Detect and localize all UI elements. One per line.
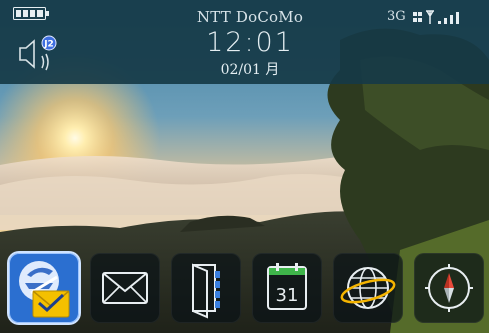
messages-app[interactable] — [90, 253, 160, 323]
calendar-day-label: 31 — [276, 285, 299, 306]
sound-profile-icon[interactable]: J2 — [16, 32, 62, 74]
email-setup-app[interactable] — [9, 253, 79, 323]
browser-globe-icon — [340, 267, 396, 309]
date-display: 02/01 月 — [220, 62, 280, 78]
clock-time: 12:01 — [206, 27, 294, 58]
compass-maps-icon — [425, 264, 473, 312]
status-bar: J2 NTT DoCoMo 12:01 02/01 月 3G — [0, 0, 489, 84]
carrier-name: NTT DoCoMo — [196, 8, 304, 26]
browser-app[interactable] — [333, 253, 403, 323]
battery-icon — [13, 7, 49, 20]
network-type: 3G — [387, 9, 406, 24]
calendar-icon: 31 — [267, 263, 307, 310]
svg-text:J2: J2 — [43, 40, 54, 50]
messages-icon — [102, 272, 148, 304]
maps-app[interactable] — [414, 253, 484, 323]
signal-strength-icon — [426, 10, 459, 24]
calendar-app[interactable]: 31 — [252, 253, 322, 323]
contacts-book-icon — [192, 263, 220, 319]
data-activity-icon — [413, 12, 422, 22]
contacts-app[interactable] — [171, 253, 241, 323]
email-setup-icon — [19, 261, 70, 318]
home-screen: J2 NTT DoCoMo 12:01 02/01 月 3G 31 — [0, 0, 489, 333]
